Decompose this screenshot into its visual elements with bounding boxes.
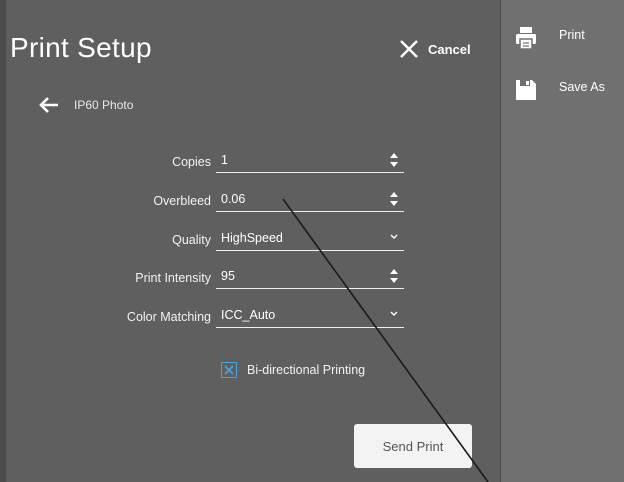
back-button[interactable]: IP60 Photo bbox=[38, 96, 133, 114]
check-x-icon bbox=[224, 365, 234, 375]
spinner-arrows-icon[interactable] bbox=[390, 192, 398, 206]
color-matching-label: Color Matching bbox=[126, 310, 211, 324]
color-matching-value: ICC_Auto bbox=[221, 308, 276, 322]
printer-icon bbox=[516, 27, 536, 50]
sidebar-item-save-as-label: Save As bbox=[559, 80, 605, 94]
quality-value: HighSpeed bbox=[221, 231, 283, 245]
bidirectional-checkbox[interactable] bbox=[221, 362, 237, 378]
print-intensity-label: Print Intensity bbox=[135, 271, 211, 285]
quality-dropdown[interactable]: HighSpeed bbox=[216, 228, 404, 251]
copies-field[interactable]: 1 bbox=[216, 150, 404, 173]
bidirectional-label: Bi-directional Printing bbox=[247, 363, 366, 377]
overbleed-label: Overbleed bbox=[153, 194, 211, 208]
arrow-left-icon bbox=[39, 97, 58, 113]
sidebar: Print Save As bbox=[500, 0, 624, 482]
cancel-label: Cancel bbox=[428, 41, 471, 57]
bidirectional-printing-option[interactable]: Bi-directional Printing bbox=[221, 362, 365, 378]
copies-label: Copies bbox=[172, 155, 211, 169]
save-icon bbox=[516, 80, 536, 100]
overbleed-field[interactable]: 0.06 bbox=[216, 189, 404, 212]
copies-value: 1 bbox=[221, 153, 228, 167]
sidebar-item-print-label: Print bbox=[559, 28, 585, 42]
sidebar-item-print[interactable]: Print bbox=[515, 26, 585, 50]
quality-label: Quality bbox=[172, 233, 211, 247]
spinner-arrows-icon[interactable] bbox=[390, 153, 398, 167]
overbleed-value: 0.06 bbox=[221, 192, 246, 206]
print-intensity-value: 95 bbox=[221, 269, 235, 283]
sidebar-item-save-as[interactable]: Save As bbox=[515, 78, 605, 102]
cancel-button[interactable]: Cancel bbox=[398, 36, 471, 62]
send-print-button[interactable]: Send Print bbox=[354, 424, 472, 468]
print-setup-dialog: Print Setup Cancel IP60 Photo Copies 1 O… bbox=[6, 0, 500, 482]
print-intensity-field[interactable]: 95 bbox=[216, 266, 404, 289]
chevron-down-icon bbox=[390, 234, 398, 239]
color-matching-dropdown[interactable]: ICC_Auto bbox=[216, 305, 404, 328]
printer-name: IP60 Photo bbox=[74, 98, 134, 112]
page-title: Print Setup bbox=[10, 32, 152, 63]
spinner-arrows-icon[interactable] bbox=[390, 269, 398, 283]
close-icon bbox=[400, 40, 418, 58]
chevron-down-icon bbox=[390, 311, 398, 316]
